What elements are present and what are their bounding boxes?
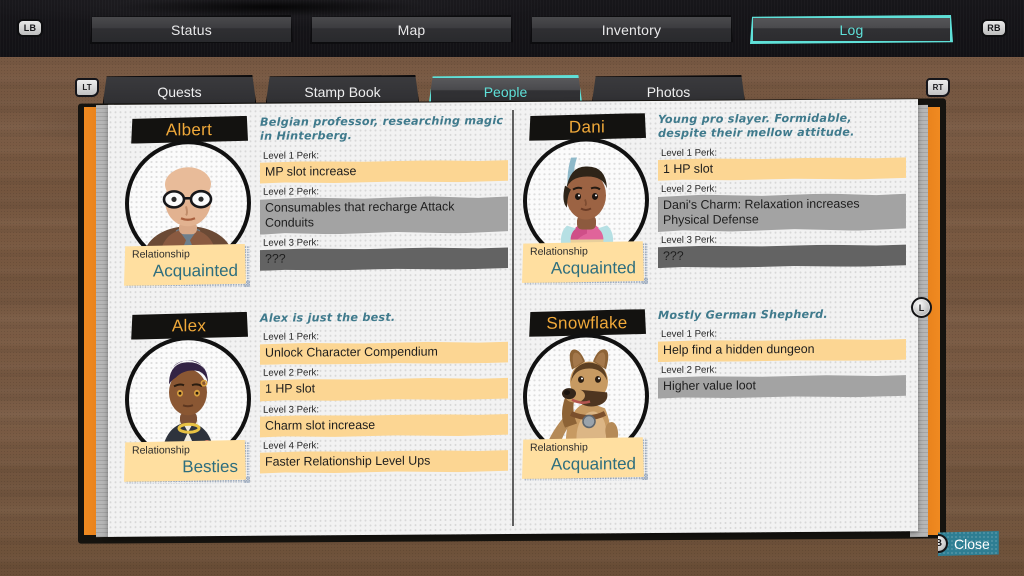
perk-row: Level 3 Perk: Charm slot increase bbox=[260, 403, 508, 438]
person-blurb: Belgian professor, researching magic in … bbox=[260, 114, 504, 144]
journal-pages: Albert Relationship Acquainted Belgian p… bbox=[108, 99, 918, 537]
subtab-quests-label: Quests bbox=[157, 84, 202, 100]
perk-value: ??? bbox=[260, 247, 508, 271]
left-trigger-icon: LT bbox=[75, 78, 99, 97]
perk-row: Level 1 Perk: 1 HP slot bbox=[658, 146, 906, 181]
close-button-label: Close bbox=[954, 535, 990, 552]
relationship-card: Relationship Acquainted bbox=[124, 244, 246, 286]
perk-row: Level 1 Perk: MP slot increase bbox=[260, 149, 508, 184]
scroll-indicator-icon[interactable]: L bbox=[911, 297, 932, 318]
person-blurb: Mostly German Shepherd. bbox=[658, 307, 828, 322]
tab-map-label: Map bbox=[397, 21, 426, 38]
perk-row: Level 2 Perk: Higher value loot bbox=[658, 364, 906, 399]
relationship-label: Relationship bbox=[132, 444, 190, 457]
perk-label: Level 3 Perk: bbox=[263, 237, 319, 249]
perk-list: Level 1 Perk: Help find a hidden dungeon… bbox=[658, 328, 906, 399]
perk-label: Level 3 Perk: bbox=[661, 234, 717, 246]
perk-row: Level 3 Perk: ??? bbox=[658, 233, 906, 268]
tab-status[interactable]: Status bbox=[90, 15, 293, 44]
perk-list: Level 1 Perk: MP slot increase Level 2 P… bbox=[260, 149, 508, 271]
perk-row: Level 3 Perk: ??? bbox=[260, 236, 508, 271]
relationship-card: Relationship Acquainted bbox=[522, 437, 644, 479]
perk-row: Level 2 Perk: Dani's Charm: Relaxation i… bbox=[658, 182, 906, 232]
perk-label: Level 1 Perk: bbox=[263, 331, 319, 344]
detail-column: Young pro slayer. Formidable, despite th… bbox=[658, 111, 906, 271]
close-button[interactable]: B Close bbox=[938, 531, 999, 556]
right-trigger-icon: RT bbox=[926, 78, 950, 97]
perk-row: Level 1 Perk: Unlock Character Compendiu… bbox=[260, 330, 508, 365]
detail-column: Belgian professor, researching magic in … bbox=[260, 114, 508, 274]
relationship-label: Relationship bbox=[132, 248, 190, 261]
person-blurb: Alex is just the best. bbox=[260, 310, 396, 325]
relationship-value: Besties bbox=[182, 456, 238, 476]
person-name: Albert bbox=[165, 119, 213, 139]
subtab-people-label: People bbox=[483, 84, 528, 100]
relationship-card: Relationship Acquainted bbox=[522, 241, 644, 283]
relationship-wrapper: Relationship Acquainted bbox=[122, 244, 254, 289]
perk-value: Charm slot increase bbox=[260, 414, 508, 438]
top-menu-bar: LB RB Status Map Inventory Log bbox=[0, 0, 1024, 57]
perk-label: Level 1 Perk: bbox=[661, 328, 717, 341]
perk-label: Level 2 Perk: bbox=[263, 367, 319, 380]
perk-label: Level 2 Perk: bbox=[661, 183, 717, 195]
relationship-wrapper: Relationship Besties bbox=[122, 440, 254, 485]
detail-column: Alex is just the best. Level 1 Perk: Unl… bbox=[260, 310, 508, 476]
tab-inventory[interactable]: Inventory bbox=[530, 15, 733, 44]
person-name: Snowflake bbox=[546, 312, 628, 333]
tab-map[interactable]: Map bbox=[310, 15, 513, 44]
left-bumper-icon: LB bbox=[17, 19, 43, 37]
relationship-label: Relationship bbox=[530, 245, 588, 258]
main-tab-list: Status Map Inventory Log bbox=[90, 15, 953, 44]
perk-row: Level 4 Perk: Faster Relationship Level … bbox=[260, 439, 508, 474]
perk-label: Level 1 Perk: bbox=[661, 147, 717, 159]
relationship-card: Relationship Besties bbox=[124, 440, 246, 482]
subtab-stamp-book-label: Stamp Book bbox=[304, 84, 381, 100]
perk-value: Unlock Character Compendium bbox=[260, 341, 508, 365]
perk-value: 1 HP slot bbox=[260, 377, 508, 401]
perk-value: Faster Relationship Level Ups bbox=[260, 450, 508, 474]
person-blurb: Young pro slayer. Formidable, despite th… bbox=[658, 111, 855, 141]
tab-inventory-label: Inventory bbox=[601, 21, 662, 38]
tab-status-label: Status bbox=[171, 21, 212, 38]
right-bumper-icon: RB bbox=[981, 19, 1007, 37]
perk-value: Consumables that recharge Attack Conduit… bbox=[260, 196, 508, 235]
perk-list: Level 1 Perk: Unlock Character Compendiu… bbox=[260, 330, 508, 473]
portrait-column: Alex Relationship Besties bbox=[122, 312, 254, 485]
perk-label: Level 2 Perk: bbox=[661, 365, 717, 377]
relationship-wrapper: Relationship Acquainted bbox=[520, 437, 652, 482]
relationship-wrapper: Relationship Acquainted bbox=[520, 241, 652, 286]
perk-value: Help find a hidden dungeon bbox=[658, 339, 906, 363]
perk-value: MP slot increase bbox=[260, 160, 508, 184]
subtab-photos-label: Photos bbox=[646, 84, 691, 100]
perk-row: Level 2 Perk: 1 HP slot bbox=[260, 366, 508, 401]
perk-value: Higher value loot bbox=[658, 375, 906, 399]
portrait-column: Albert Relationship Acquainted bbox=[122, 116, 254, 289]
portrait-column: Snowflake Relationship Acquainted bbox=[520, 309, 652, 482]
relationship-label: Relationship bbox=[530, 441, 588, 454]
relationship-value: Acquainted bbox=[550, 453, 636, 474]
relationship-value: Acquainted bbox=[152, 260, 238, 281]
person-name: Dani bbox=[568, 116, 606, 137]
book-binding-right bbox=[926, 106, 940, 536]
tab-log-label: Log bbox=[839, 21, 864, 38]
page-spine-divider bbox=[512, 109, 514, 527]
tab-log[interactable]: Log bbox=[750, 15, 953, 44]
person-name: Alex bbox=[171, 315, 207, 335]
perk-value: ??? bbox=[658, 244, 906, 268]
perk-label: Level 1 Perk: bbox=[263, 150, 319, 162]
journal-book: Albert Relationship Acquainted Belgian p… bbox=[78, 98, 946, 544]
relationship-value: Acquainted bbox=[550, 257, 636, 278]
game-screen: LB RB Status Map Inventory Log LT RT Que… bbox=[0, 0, 1024, 576]
perk-row: Level 2 Perk: Consumables that recharge … bbox=[260, 185, 508, 235]
perk-value: Dani's Charm: Relaxation increases Physi… bbox=[658, 193, 906, 232]
portrait-column: Dani Relationship Acquainted bbox=[520, 113, 652, 286]
detail-column: Mostly German Shepherd. Level 1 Perk: He… bbox=[658, 307, 906, 401]
perk-label: Level 4 Perk: bbox=[263, 440, 319, 452]
perk-label: Level 2 Perk: bbox=[263, 186, 319, 198]
perk-row: Level 1 Perk: Help find a hidden dungeon bbox=[658, 328, 906, 363]
perk-value: 1 HP slot bbox=[658, 157, 906, 181]
perk-list: Level 1 Perk: 1 HP slot Level 2 Perk: Da… bbox=[658, 146, 906, 268]
perk-label: Level 3 Perk: bbox=[263, 403, 319, 416]
